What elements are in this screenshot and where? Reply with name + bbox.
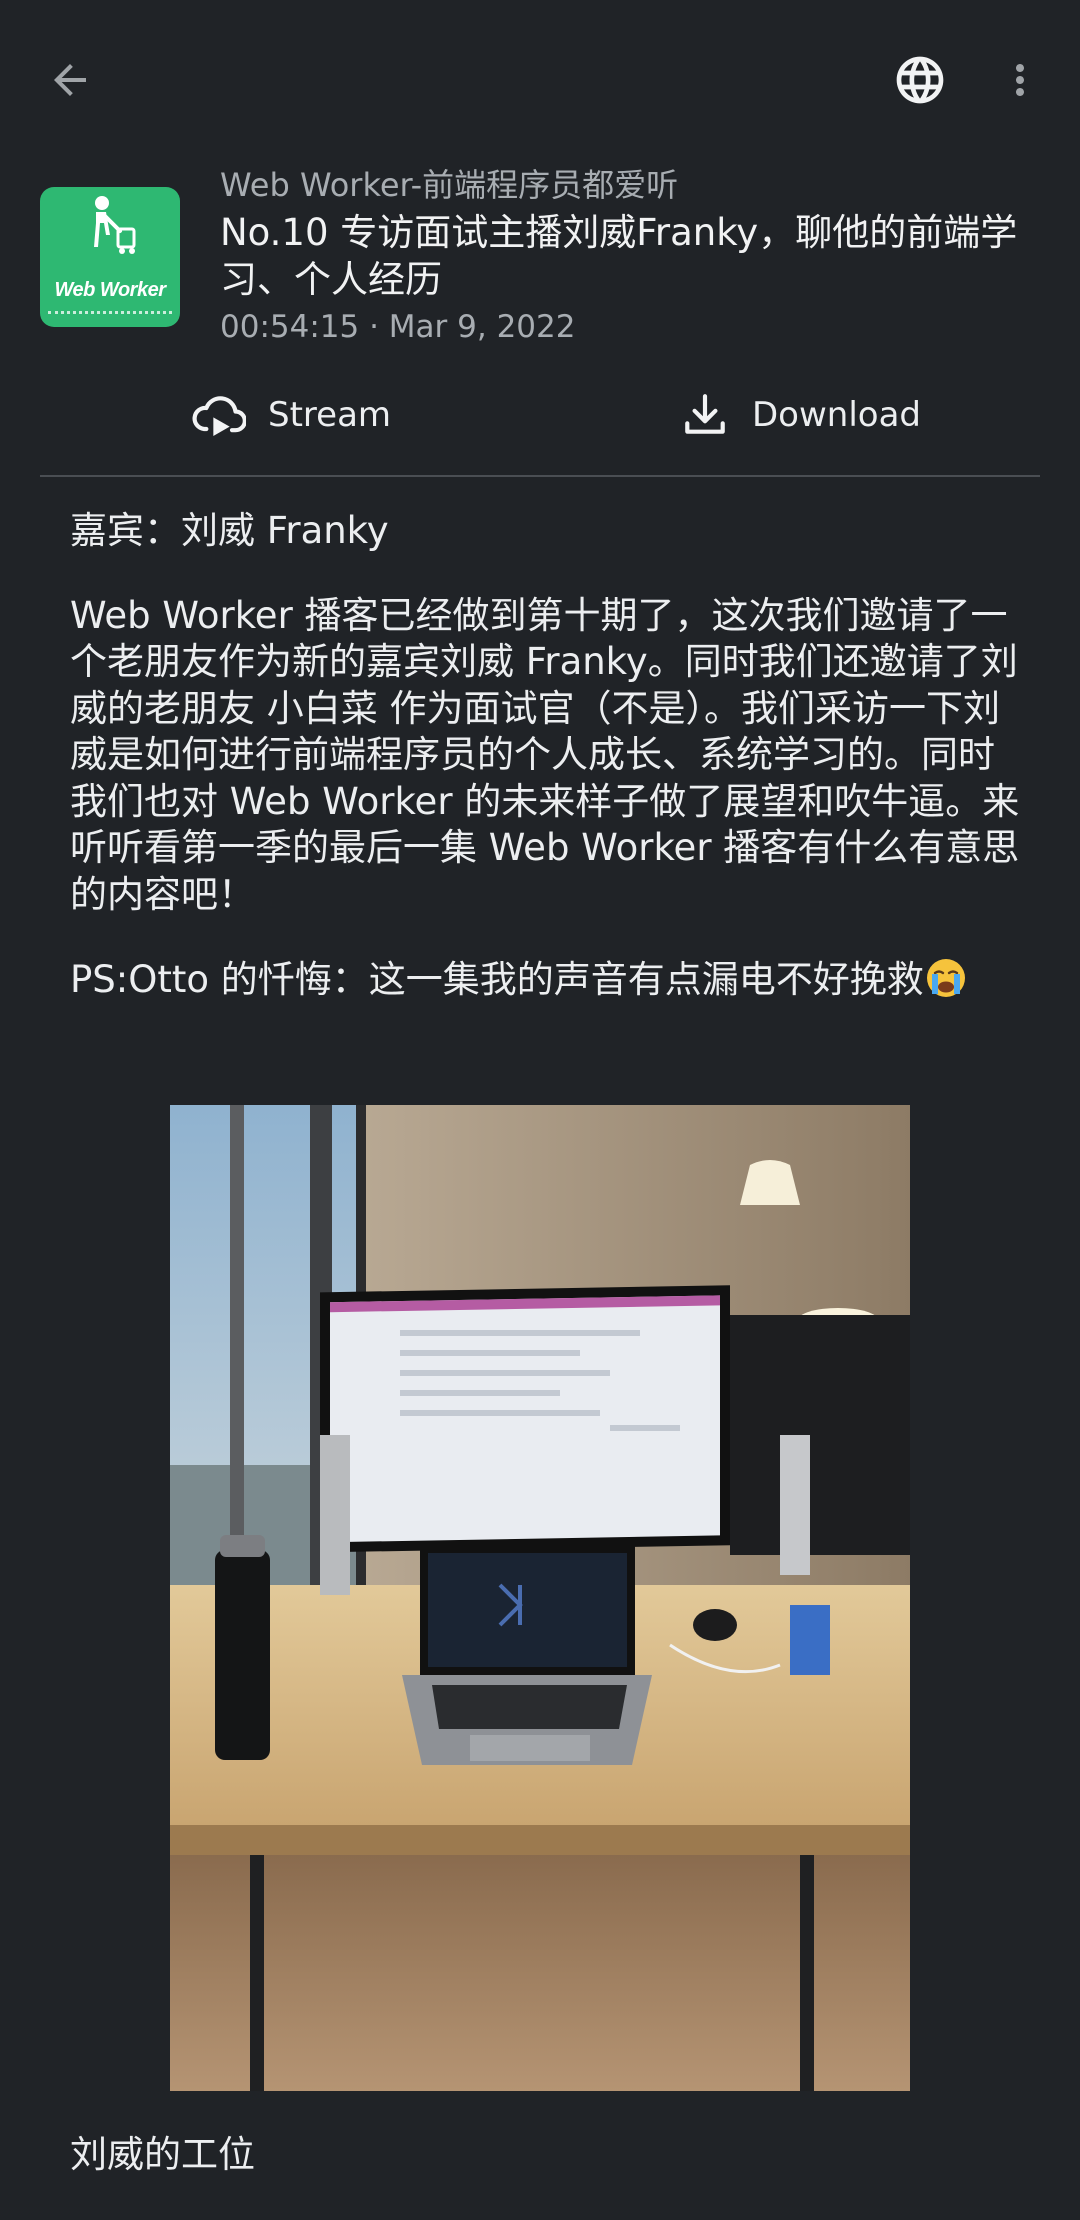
episode-actions: Stream Download (40, 370, 1040, 460)
globe-icon (896, 56, 944, 104)
stream-label: Stream (268, 395, 392, 435)
image-caption: 刘威的工位 (70, 2133, 255, 2176)
artwork-logo-text: Web Worker (54, 279, 166, 301)
episode-meta: Web Worker-前端程序员都爱听 No.10 专访面试主播刘威Franky… (220, 160, 1060, 349)
stream-button[interactable]: Stream (190, 370, 391, 460)
open-website-button[interactable] (880, 40, 960, 120)
workspace-photo[interactable] (170, 1105, 910, 2091)
episode-title: No.10 专访面试主播刘威Franky，聊他的前端学习、个人经历 (220, 211, 1018, 301)
podcast-name[interactable]: Web Worker-前端程序员都爱听 (220, 162, 1060, 208)
show-notes: 嘉宾：刘威 Franky Web Worker 播客已经做到第十期了，这次我们邀… (70, 508, 1020, 1004)
artwork-subtitle (48, 311, 172, 315)
divider (40, 475, 1040, 477)
podcast-artwork: Web Worker (40, 187, 180, 327)
episode-duration-date: 00:54:15 · Mar 9, 2022 (220, 309, 576, 345)
back-button[interactable] (30, 40, 110, 120)
ps-text: PS:Otto 的忏悔：这一集我的声音有点漏电不好挽救 (70, 958, 924, 1001)
person-with-cart-icon (94, 196, 136, 254)
ps-line: PS:Otto 的忏悔：这一集我的声音有点漏电不好挽救 (70, 956, 1020, 1004)
loudly-crying-face-emoji (926, 959, 965, 997)
download-icon (685, 394, 725, 434)
episode-header: Web Worker Web Worker-前端程序员都爱听 No.10 专访面… (40, 160, 1050, 350)
episode-description: Web Worker 播客已经做到第十期了，这次我们邀请了一个老朋友作为新的嘉宾… (70, 593, 1020, 916)
top-app-bar (0, 0, 1080, 160)
cloud-play-icon (192, 396, 246, 436)
arrow-left-icon (54, 64, 86, 96)
download-label: Download (752, 395, 922, 435)
more-options-button[interactable] (985, 40, 1055, 120)
guest-line: 嘉宾：刘威 Franky (70, 509, 389, 552)
workspace-photo-illustration (170, 1105, 910, 2091)
more-vert-icon (1016, 64, 1024, 96)
download-button[interactable]: Download (680, 370, 921, 460)
